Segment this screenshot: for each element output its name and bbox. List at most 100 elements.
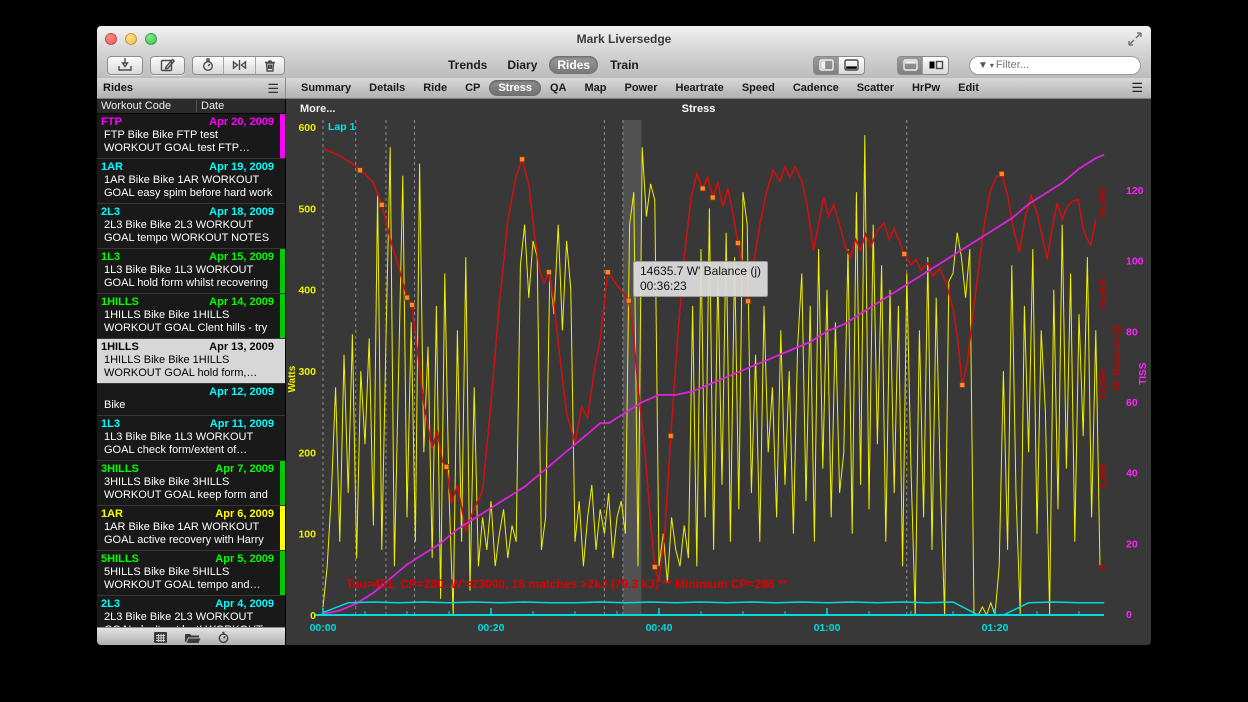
tabbed-view-button[interactable] [923, 57, 948, 74]
subtab-hrpw[interactable]: HrPw [903, 80, 949, 96]
split-icon [232, 59, 247, 71]
ride-workout-code: 3HILLS [101, 462, 139, 476]
stopwatch-icon [201, 58, 215, 72]
tiled-view-button[interactable] [898, 57, 923, 74]
split-ride-button[interactable] [224, 57, 256, 74]
subtab-bar: Rides ☰ SummaryDetailsRideCPStressQAMapP… [97, 78, 1151, 99]
svg-text:15,000: 15,000 [1098, 278, 1109, 309]
svg-text:01:00: 01:00 [814, 622, 841, 634]
ride-description: 5HILLS Bike Bike 5HILLS WORKOUT GOAL tem… [101, 566, 281, 592]
subtab-qa[interactable]: QA [541, 80, 576, 96]
delete-ride-button[interactable] [256, 57, 284, 74]
ride-list-item[interactable]: 1ARApr 6, 20091AR Bike Bike 1AR WORKOUT … [97, 506, 285, 551]
sidebar-header: Rides ☰ [97, 78, 286, 98]
svg-text:TISS: TISS [1138, 362, 1149, 385]
tabbed-view-icon [928, 59, 944, 71]
svg-text:40: 40 [1126, 468, 1138, 480]
lowbar-layout-icon [844, 59, 859, 71]
ride-list-item[interactable]: FTPApr 20, 2009FTP Bike Bike FTP test WO… [97, 114, 285, 159]
ride-list-item[interactable]: 1L3 Apr 15, 20091L3 Bike Bike 1L3 WORKOUT… [97, 249, 285, 294]
stress-chart-svg[interactable]: 00:0000:2000:4001:0001:20010020030040050… [286, 99, 1152, 646]
subtab-details[interactable]: Details [360, 80, 414, 96]
svg-text:60: 60 [1126, 397, 1138, 409]
svg-text:400: 400 [298, 285, 316, 297]
ride-date: Apr 15, 2009 [209, 250, 281, 264]
title-bar[interactable]: Mark Liversedge [97, 26, 1151, 52]
chart-menu-icon[interactable]: ☰ [1131, 80, 1143, 96]
subtab-summary[interactable]: Summary [292, 80, 360, 96]
ride-list-item[interactable]: 3HILLS Apr 7, 20093HILLS Bike Bike 3HILLS… [97, 461, 285, 506]
ride-date: Apr 19, 2009 [209, 160, 281, 174]
ride-date: Apr 4, 2009 [215, 597, 281, 611]
import-ride-button[interactable] [107, 56, 143, 75]
ride-color-bar [280, 551, 285, 595]
ride-list-item[interactable]: 1L3Apr 11, 20091L3 Bike Bike 1L3 WORKOUT… [97, 416, 285, 461]
view-tab-trends[interactable]: Trends [440, 56, 495, 74]
subtab-speed[interactable]: Speed [733, 80, 784, 96]
subtab-ride[interactable]: Ride [414, 80, 456, 96]
ride-list-item[interactable]: Apr 12, 2009Bike [97, 384, 285, 416]
ride-date: Apr 11, 2009 [210, 417, 281, 431]
subtab-cadence[interactable]: Cadence [784, 80, 848, 96]
intervals-button[interactable] [193, 57, 224, 74]
ride-workout-code: 5HILLS [101, 552, 139, 566]
ride-description: 1L3 Bike Bike 1L3 WORKOUT GOAL hold form… [101, 264, 281, 290]
ride-description: 1AR Bike Bike 1AR WORKOUT GOAL easy spim… [101, 174, 281, 200]
svg-text:W' Balance (j): W' Balance (j) [1112, 325, 1123, 390]
app-window: Mark Liversedge [96, 25, 1152, 646]
ride-list-item[interactable]: 1ARApr 19, 20091AR Bike Bike 1AR WORKOUT… [97, 159, 285, 204]
subtab-stress[interactable]: Stress [489, 80, 541, 96]
ride-description: 1L3 Bike Bike 1L3 WORKOUT GOAL check for… [101, 431, 281, 457]
filter-field[interactable]: ▼ ▾ [969, 56, 1141, 75]
toggle-lowbar-button[interactable] [839, 57, 864, 74]
trash-icon [264, 59, 276, 72]
toolbar: TrendsDiaryRidesTrain [97, 52, 1151, 78]
ride-description: 3HILLS Bike Bike 3HILLS WORKOUT GOAL kee… [101, 476, 281, 502]
tiled-view-icon [903, 59, 918, 71]
ride-list-column-header[interactable]: Workout Code Date [97, 99, 285, 114]
ride-color-bar [280, 249, 285, 293]
folder-icon[interactable] [184, 631, 201, 644]
column-workout-code[interactable]: Workout Code [97, 100, 171, 112]
subtab-edit[interactable]: Edit [949, 80, 988, 96]
ride-workout-code: 1L3 [101, 250, 120, 264]
compose-icon [160, 58, 175, 72]
svg-text:80: 80 [1126, 326, 1138, 338]
view-tab-diary[interactable]: Diary [499, 56, 545, 74]
tooltip-time: 00:36:23 [640, 279, 761, 294]
subtab-cp[interactable]: CP [456, 80, 489, 96]
stress-chart-panel: More... Stress 00:0000:2000:4001:0001:20… [286, 99, 1151, 646]
ride-workout-code: 1HILLS [101, 340, 139, 354]
svg-text:Watts: Watts [287, 365, 298, 392]
subtab-power[interactable]: Power [615, 80, 666, 96]
ride-date: Apr 7, 2009 [215, 462, 281, 476]
calendar-icon[interactable] [153, 631, 168, 644]
manual-entry-button[interactable] [150, 56, 185, 75]
subtab-heartrate[interactable]: Heartrate [667, 80, 733, 96]
filter-dropdown-icon[interactable]: ▾ [990, 61, 993, 70]
fullscreen-icon[interactable] [1127, 31, 1143, 47]
subtab-map[interactable]: Map [575, 80, 615, 96]
svg-text:10,000: 10,000 [1098, 369, 1109, 400]
intervals-footer-icon[interactable] [217, 631, 230, 644]
ride-list-item[interactable]: 5HILLSApr 5, 20095HILLS Bike Bike 5HILLS… [97, 551, 285, 596]
ride-list[interactable]: FTPApr 20, 2009FTP Bike Bike FTP test WO… [97, 114, 285, 627]
svg-text:Tau=451, CP=280, W'=23000, 18: Tau=451, CP=280, W'=23000, 18 matches >2… [346, 577, 788, 591]
ride-color-bar [280, 506, 285, 550]
ride-list-item[interactable]: 2L3Apr 4, 20092L3 Bike Bike 2L3 WORKOUT … [97, 596, 285, 627]
column-date[interactable]: Date [201, 100, 224, 112]
filter-input[interactable] [996, 59, 1106, 71]
ride-list-item[interactable]: 2L3Apr 18, 20092L3 Bike Bike 2L3 WORKOUT… [97, 204, 285, 249]
chart-subtabs: SummaryDetailsRideCPStressQAMapPowerHear… [286, 80, 1131, 96]
download-icon [117, 58, 133, 72]
view-tab-rides[interactable]: Rides [549, 56, 598, 74]
sidebar-footer [97, 627, 285, 646]
svg-text:500: 500 [298, 203, 316, 215]
svg-text:20,000: 20,000 [1098, 187, 1109, 218]
ride-list-item[interactable]: 1HILLSApr 13, 20091HILLS Bike Bike 1HILL… [97, 339, 285, 384]
sidebar-menu-icon[interactable]: ☰ [267, 82, 279, 95]
view-tab-train[interactable]: Train [602, 56, 647, 74]
ride-list-item[interactable]: 1HILLSApr 14, 20091HILLS Bike Bike 1HILL… [97, 294, 285, 339]
toggle-sidebar-button[interactable] [814, 57, 839, 74]
subtab-scatter[interactable]: Scatter [848, 80, 903, 96]
